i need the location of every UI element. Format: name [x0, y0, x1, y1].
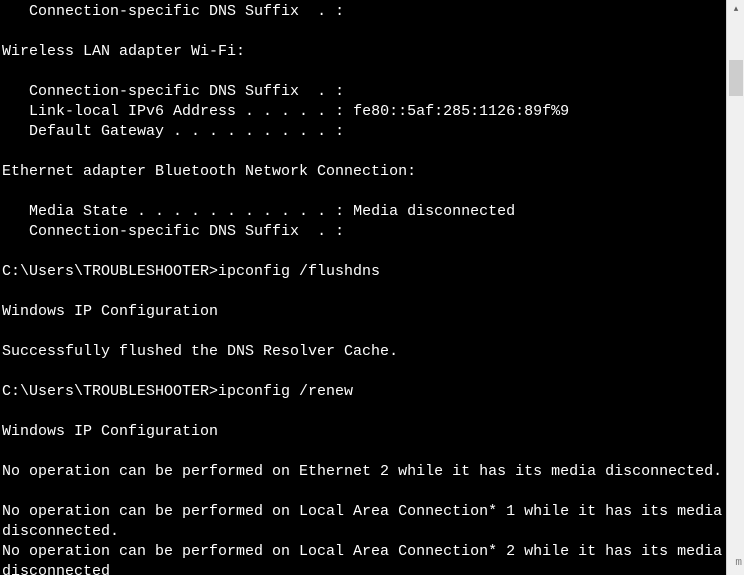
terminal-line: [2, 182, 726, 202]
terminal-line: [2, 142, 726, 162]
corner-char: m: [735, 553, 742, 573]
terminal-line: [2, 62, 726, 82]
terminal-line: Media State . . . . . . . . . . . : Medi…: [2, 202, 726, 222]
terminal-line: Windows IP Configuration: [2, 302, 726, 322]
scrollbar-track[interactable]: ▴: [726, 0, 744, 575]
terminal-line: [2, 242, 726, 262]
terminal-line: [2, 482, 726, 502]
scrollbar-thumb[interactable]: [729, 60, 743, 96]
terminal-line: Link-local IPv6 Address . . . . . : fe80…: [2, 102, 726, 122]
terminal-line: No operation can be performed on Local A…: [2, 542, 726, 575]
scrollbar-arrow-up-icon[interactable]: ▴: [727, 0, 744, 18]
terminal-line: [2, 362, 726, 382]
terminal-window: Connection-specific DNS Suffix . : Wirele…: [0, 0, 744, 575]
terminal-line: Connection-specific DNS Suffix . :: [2, 82, 726, 102]
terminal-output[interactable]: Connection-specific DNS Suffix . : Wirele…: [0, 0, 726, 575]
terminal-line: Default Gateway . . . . . . . . . :: [2, 122, 726, 142]
terminal-line: No operation can be performed on Local A…: [2, 502, 726, 542]
terminal-line: No operation can be performed on Etherne…: [2, 462, 726, 482]
terminal-line: [2, 322, 726, 342]
terminal-line: [2, 442, 726, 462]
terminal-line: Connection-specific DNS Suffix . :: [2, 222, 726, 242]
terminal-line: C:\Users\TROUBLESHOOTER>ipconfig /flushd…: [2, 262, 726, 282]
terminal-line: C:\Users\TROUBLESHOOTER>ipconfig /renew: [2, 382, 726, 402]
terminal-line: [2, 22, 726, 42]
terminal-line: Successfully flushed the DNS Resolver Ca…: [2, 342, 726, 362]
terminal-line: Ethernet adapter Bluetooth Network Conne…: [2, 162, 726, 182]
terminal-line: [2, 402, 726, 422]
terminal-line: Wireless LAN adapter Wi-Fi:: [2, 42, 726, 62]
terminal-line: [2, 282, 726, 302]
terminal-line: Connection-specific DNS Suffix . :: [2, 2, 726, 22]
terminal-line: Windows IP Configuration: [2, 422, 726, 442]
